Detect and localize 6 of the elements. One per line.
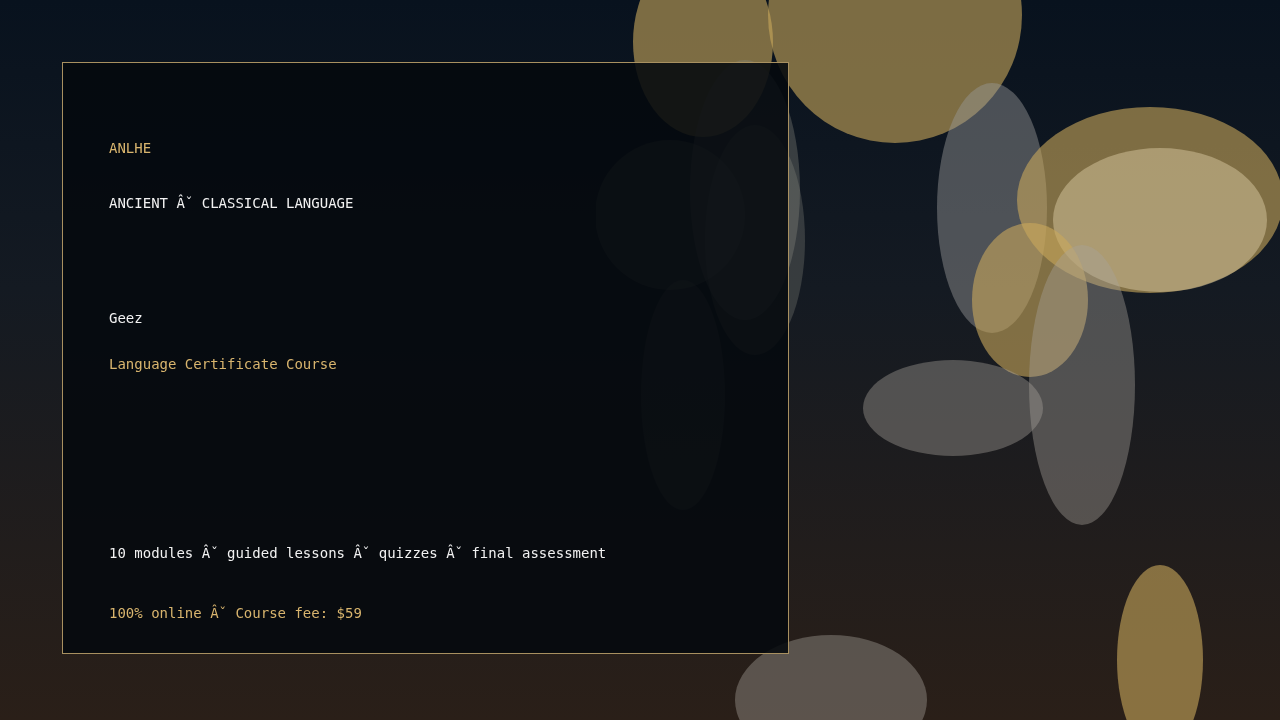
course-type: Language Certificate Course [109,355,337,373]
brand-name: ANLHE [109,139,152,157]
language-title: Geez [109,309,143,327]
course-details: 10 modules Âˇ guided lessons Âˇ quizzes Âˇ final assessment [109,544,607,562]
category-label: ANCIENT Âˇ CLASSICAL LANGUAGE [109,194,354,212]
course-pricing: 100% online Âˇ Course fee: $59 [109,604,362,622]
